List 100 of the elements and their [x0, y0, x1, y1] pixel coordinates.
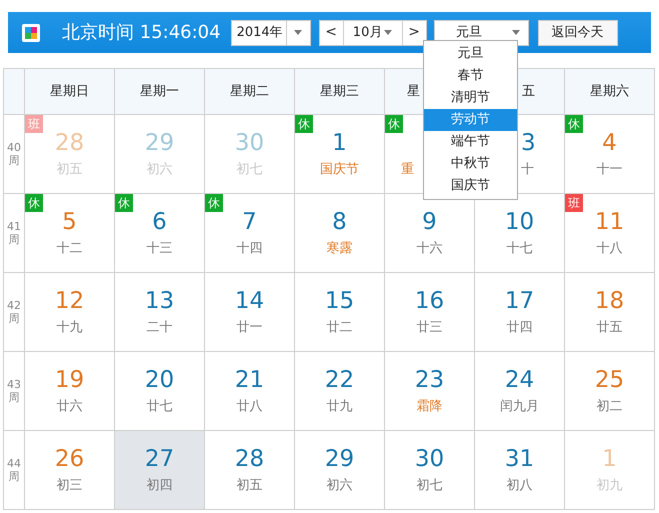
day-number: 4 [602, 129, 617, 158]
day-cell[interactable]: 26 初三 [25, 431, 115, 510]
lunar-date: 初二 [596, 398, 622, 416]
weekday-header: 星期六 [565, 69, 655, 115]
day-cell[interactable]: 12 十九 [25, 273, 115, 352]
day-number: 16 [414, 287, 444, 316]
lunar-date: 初七 [236, 161, 262, 179]
day-cell[interactable]: 21 廿八 [205, 352, 295, 431]
lunar-date: 二十 [146, 319, 172, 337]
day-cell[interactable]: 休 4 十一 [565, 115, 655, 194]
today-cell[interactable]: 27 初四 [115, 431, 205, 510]
day-cell[interactable]: 28 初五 [205, 431, 295, 510]
day-cell[interactable]: 22 廿九 [295, 352, 385, 431]
day-cell[interactable]: 20 廿七 [115, 352, 205, 431]
lunar-date: 十九 [56, 319, 82, 337]
day-cell[interactable]: 29 初六 [295, 431, 385, 510]
day-number: 31 [504, 445, 534, 474]
day-cell[interactable]: 25 初二 [565, 352, 655, 431]
lunar-date: 初八 [506, 477, 532, 495]
day-cell[interactable]: 休 1 国庆节 [295, 115, 385, 194]
lunar-date: 初六 [326, 477, 352, 495]
day-cell[interactable]: 19 廿六 [25, 352, 115, 431]
day-number: 19 [54, 366, 84, 395]
lunar-date: 国庆节 [320, 161, 359, 179]
year-select[interactable]: 2014年 [230, 20, 311, 46]
day-cell[interactable]: 休 7 十四 [205, 194, 295, 273]
day-cell[interactable]: 18 廿五 [565, 273, 655, 352]
day-number: 6 [152, 208, 167, 237]
lunar-date: 十二 [56, 240, 82, 258]
day-number: 3 [521, 129, 536, 158]
caret-icon [294, 30, 302, 35]
day-number: 26 [54, 445, 84, 474]
lunar-date: 十八 [596, 240, 622, 258]
day-badge: 休 [295, 115, 313, 133]
back-to-today-button[interactable]: 返回今天 [538, 20, 618, 46]
lunar-date: 霜降 [416, 398, 442, 416]
day-number: 28 [234, 445, 264, 474]
day-cell[interactable]: 15 廿二 [295, 273, 385, 352]
day-cell[interactable]: 休 5 十二 [25, 194, 115, 273]
day-number: 30 [414, 445, 444, 474]
day-cell[interactable]: 休 6 十三 [115, 194, 205, 273]
day-number: 29 [324, 445, 354, 474]
day-number: 20 [144, 366, 174, 395]
day-cell[interactable]: 13 二十 [115, 273, 205, 352]
day-cell[interactable]: 14 廿一 [205, 273, 295, 352]
lunar-date: 寒露 [326, 240, 352, 258]
day-number: 1 [332, 129, 347, 158]
lunar-date: 廿八 [236, 398, 262, 416]
lunar-date: 廿四 [506, 319, 532, 337]
weekday-header: 星期一 [115, 69, 205, 115]
day-number: 18 [594, 287, 624, 316]
weekday-header: 星期日 [25, 69, 115, 115]
day-number: 1 [602, 445, 617, 474]
day-cell[interactable]: 班 11 十八 [565, 194, 655, 273]
lunar-date: 初六 [146, 161, 172, 179]
lunar-date: 初五 [236, 477, 262, 495]
day-cell[interactable]: 30 初七 [385, 431, 475, 510]
logo-icon [22, 24, 40, 42]
clock-title: 北京时间 15:46:04 [62, 21, 221, 45]
day-number: 23 [414, 366, 444, 395]
day-number: 14 [234, 287, 264, 316]
day-cell[interactable]: 23 霜降 [385, 352, 475, 431]
day-badge: 班 [565, 194, 583, 212]
holiday-option[interactable]: 元旦 [424, 43, 517, 65]
day-number: 28 [54, 129, 84, 158]
day-badge: 休 [385, 115, 403, 133]
weekday-header: 星期二 [205, 69, 295, 115]
day-number: 25 [594, 366, 624, 395]
day-number: 13 [144, 287, 174, 316]
day-number: 5 [62, 208, 77, 237]
day-number: 15 [324, 287, 354, 316]
lunar-date: 初九 [596, 477, 622, 495]
day-number: 12 [54, 287, 84, 316]
lunar-date: 十七 [506, 240, 532, 258]
day-cell[interactable]: 17 廿四 [475, 273, 565, 352]
lunar-date: 廿五 [596, 319, 622, 337]
day-cell[interactable]: 31 初八 [475, 431, 565, 510]
lunar-date: 十六 [416, 240, 442, 258]
day-number: 7 [242, 208, 257, 237]
day-cell[interactable]: 16 廿三 [385, 273, 475, 352]
lunar-date: 初七 [416, 477, 442, 495]
day-number: 9 [422, 208, 437, 237]
day-badge: 休 [565, 115, 583, 133]
day-number: 17 [504, 287, 534, 316]
day-cell[interactable]: 8 寒露 [295, 194, 385, 273]
lunar-date: 十三 [146, 240, 172, 258]
caret-icon [512, 30, 520, 35]
holiday-option[interactable]: 劳动节 [424, 109, 517, 131]
day-cell[interactable]: 10 十七 [475, 194, 565, 273]
lunar-date: 廿七 [146, 398, 172, 416]
day-badge: 休 [205, 194, 223, 212]
lunar-date: 廿一 [236, 319, 262, 337]
day-number: 11 [594, 208, 624, 237]
lunar-date: 初五 [56, 161, 82, 179]
weekday-header: 星期三 [295, 69, 385, 115]
day-cell[interactable]: 24 闰九月 [475, 352, 565, 431]
day-number: 27 [144, 445, 174, 474]
lunar-date: 廿六 [56, 398, 82, 416]
lunar-date: 重 [401, 161, 414, 179]
day-number: 30 [234, 129, 264, 158]
